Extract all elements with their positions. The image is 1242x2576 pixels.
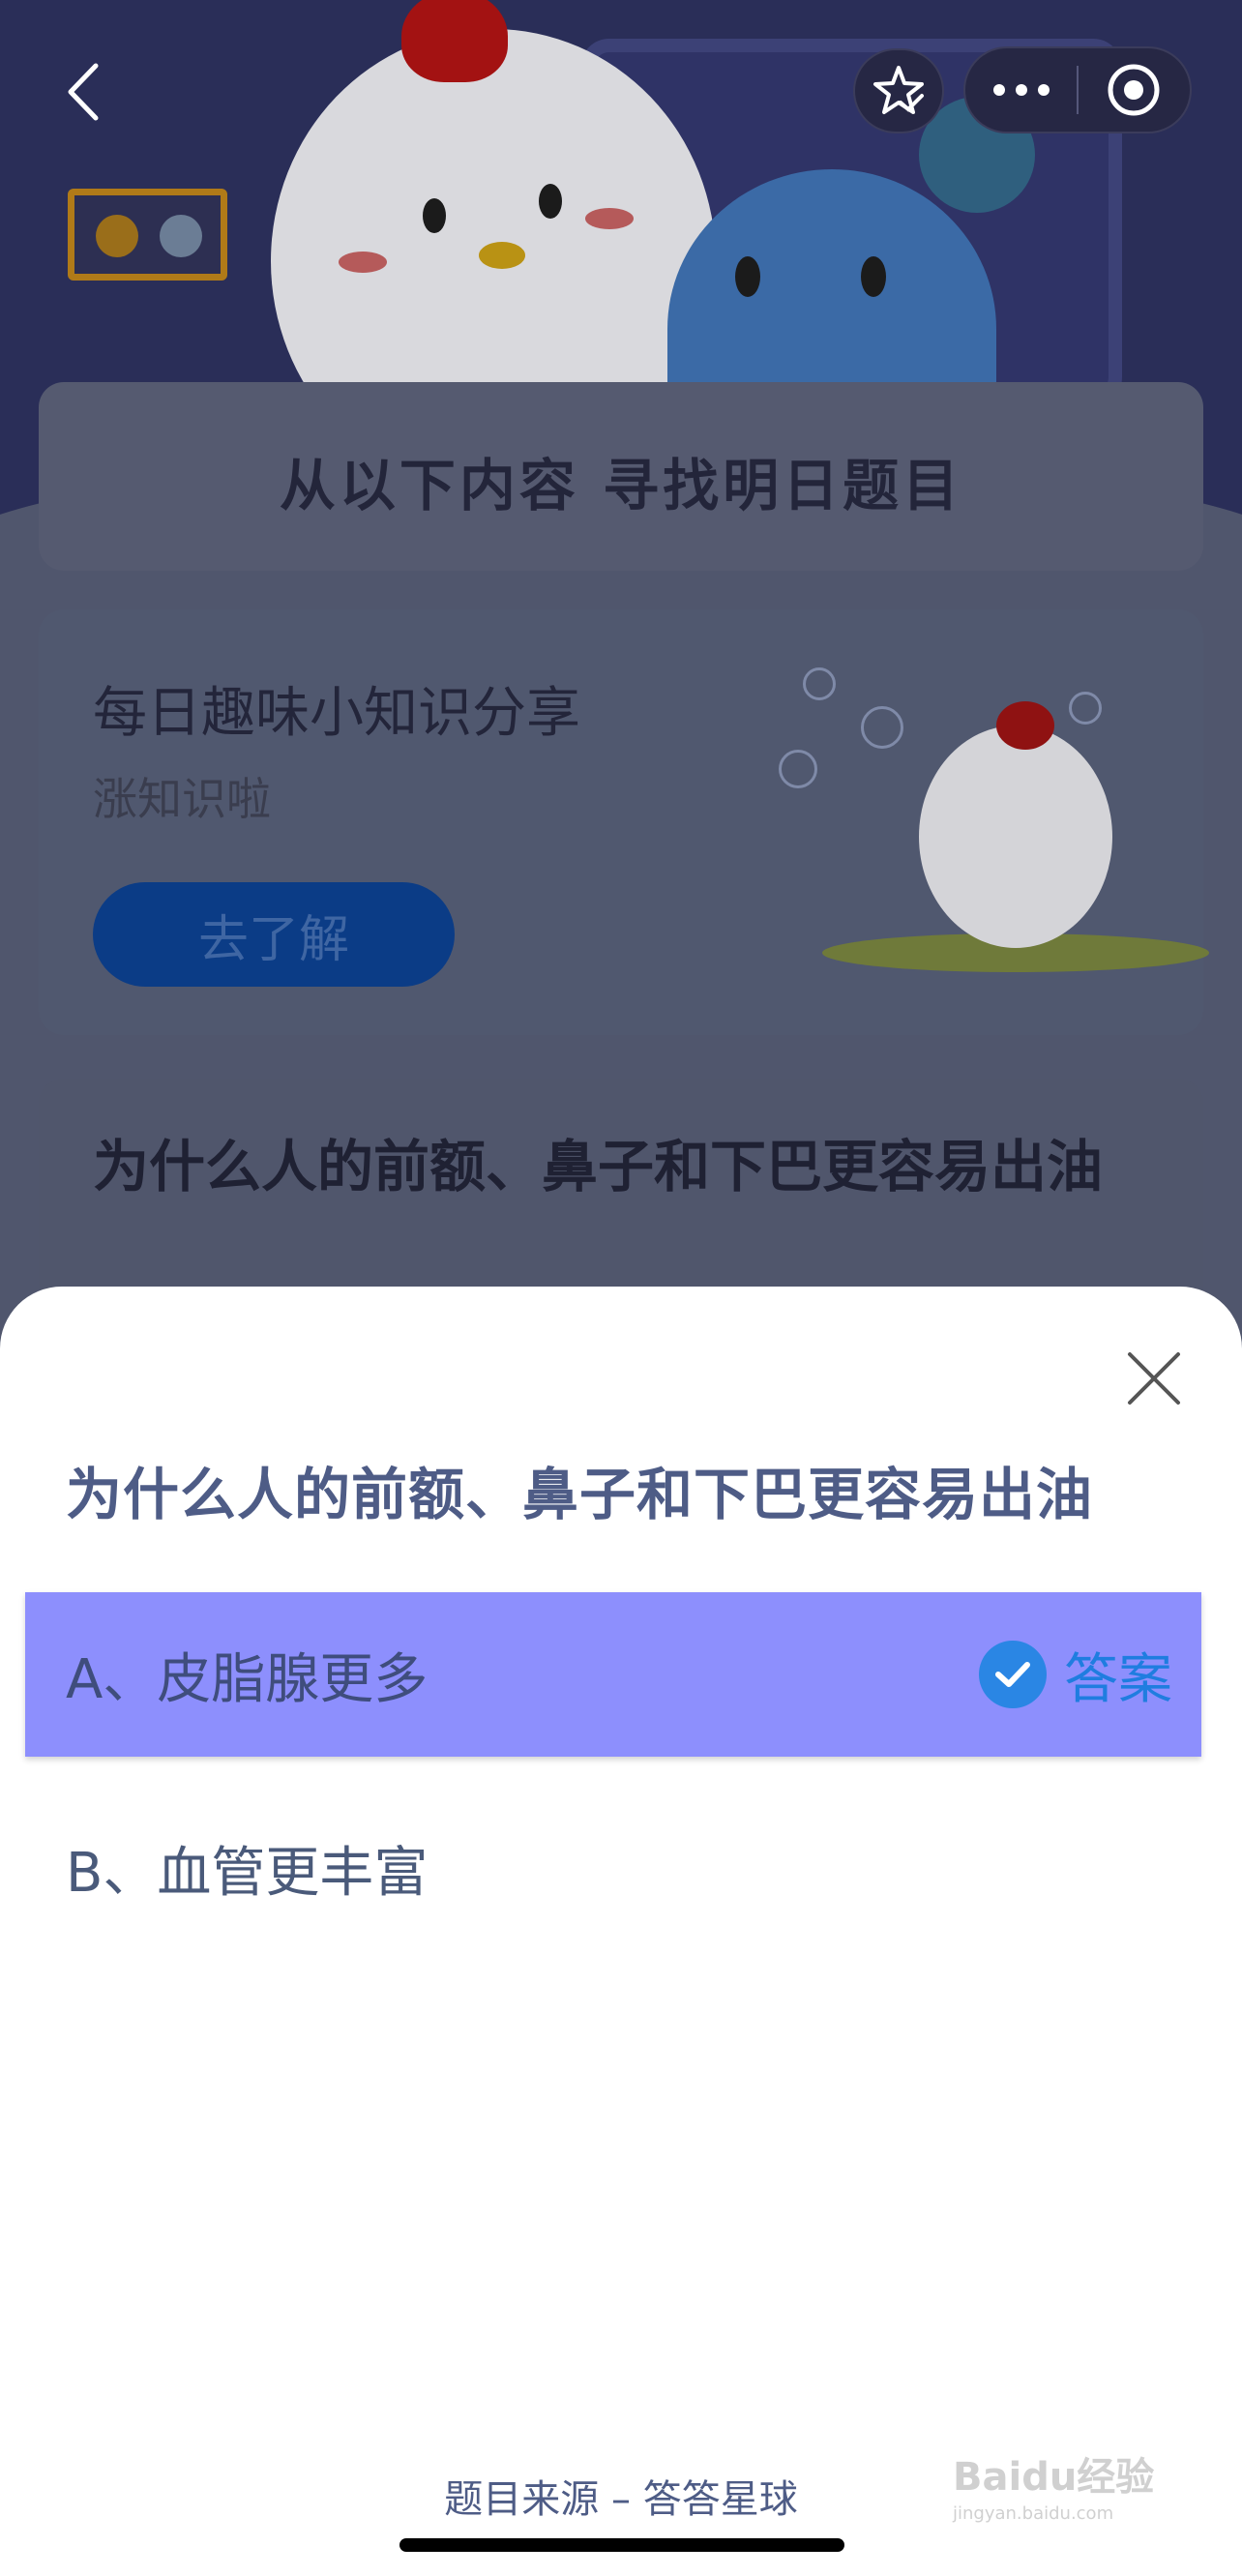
option-b-label: B、血管更丰富 [66,1841,429,1905]
knowledge-card-title: 每日趣味小知识分享 [93,682,580,745]
close-mini-program-button[interactable] [1079,48,1190,132]
option-a[interactable]: A、皮脂腺更多 答案 [25,1592,1201,1757]
chick-cheek-left [339,252,387,273]
close-icon [1128,1352,1180,1405]
medal-frame [68,189,227,281]
more-button[interactable] [965,48,1077,132]
small-chick-body [919,725,1112,948]
favorite-button[interactable] [853,48,944,133]
home-indicator[interactable] [399,2538,844,2552]
medal-silver-icon [160,215,202,257]
star-check-icon [873,66,924,114]
watermark-url: jingyan.baidu.com [953,2503,1114,2524]
mini-program-capsule [963,46,1192,133]
chick-eye-right [539,184,562,219]
banner-card: 从以下内容 寻找明日题目 [39,382,1203,571]
blue-mascot-eye-right [861,256,886,297]
baidu-jingyan-watermark: Baidu经验 jingyan.baidu.com [953,2445,1185,2532]
learn-more-button[interactable]: 去了解 [93,882,455,987]
option-a-label: A、皮脂腺更多 [66,1647,429,1711]
option-b[interactable]: B、血管更丰富 [25,1786,1201,1950]
answer-label: 答案 [1064,1647,1172,1711]
more-dots-icon [992,84,1050,96]
question-card-title: 为什么人的前额、鼻子和下巴更容易出油 [93,1134,1104,1199]
chick-comb [401,0,508,82]
small-chick-comb [996,701,1054,750]
banner-title: 从以下内容 寻找明日题目 [279,453,963,518]
knowledge-card-subtitle: 涨知识啦 [93,773,271,825]
blue-mascot-eye-left [735,256,760,297]
background-page: 从以下内容 寻找明日题目 每日趣味小知识分享 涨知识啦 去了解 为什么人的前额、… [0,0,1242,1354]
medal-gold-icon [96,215,138,257]
bubble-icon [779,750,817,788]
question-card[interactable]: 为什么人的前额、鼻子和下巴更容易出油 [39,1079,1203,1320]
bubble-icon [1069,692,1102,725]
chevron-left-icon [68,63,99,121]
answer-sheet: 为什么人的前额、鼻子和下巴更容易出油 A、皮脂腺更多 答案 B、血管更丰富 题目… [0,1287,1242,2576]
chick-eye-left [423,198,446,233]
target-circle-icon [1108,64,1160,116]
chick-beak [479,242,525,269]
back-button[interactable] [53,53,111,131]
watermark-text: Baidu经验 [953,2455,1155,2500]
bubble-icon [861,706,903,749]
close-sheet-button[interactable] [1120,1345,1188,1412]
knowledge-card[interactable]: 每日趣味小知识分享 涨知识啦 去了解 [39,609,1209,1035]
bubble-icon [803,667,836,700]
check-icon [979,1641,1047,1708]
chick-bubbles-illustration [822,682,1209,982]
chick-cheek-right [585,208,634,229]
answer-tag: 答案 [979,1592,1172,1757]
question-title: 为什么人的前额、鼻子和下巴更容易出油 [66,1462,1094,1527]
